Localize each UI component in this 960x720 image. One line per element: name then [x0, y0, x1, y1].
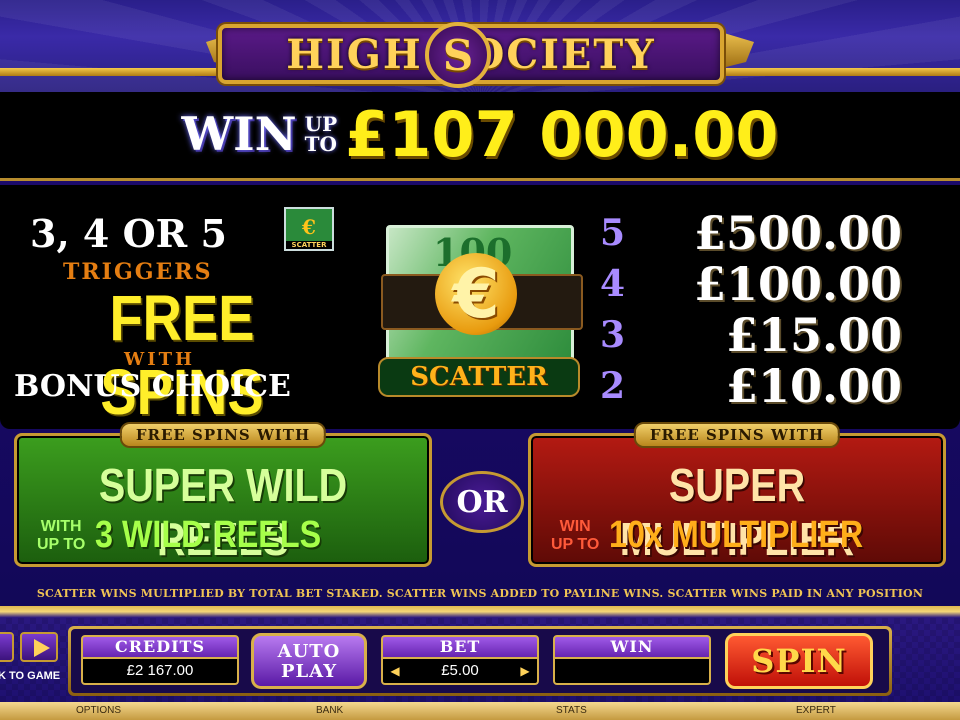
with-label: WITH [124, 349, 196, 370]
super-multiplier-panel: FREE SPINS WITH SUPER MULTIPLIER WIN UP … [528, 422, 946, 567]
paytable-count: 5 [600, 211, 626, 254]
max-win-banner: WIN UP TO £107 000.00 [0, 92, 960, 176]
paytable-value: £15.00 [725, 307, 902, 362]
feature-sub-right: WIN UP TO 10x MULTIPLIER [551, 514, 864, 556]
paytable-value: £10.00 [725, 358, 902, 413]
scatter-info-area: 3, 4 OR 5 € SCATTER TRIGGERS FREE SPINS … [0, 185, 960, 429]
options-menu-item[interactable]: OPTIONS [76, 705, 121, 716]
bet-value: £5.00 [441, 662, 479, 679]
mini-euro-icon: € [302, 215, 316, 239]
max-win-upto: UP TO [304, 112, 338, 156]
max-win-amount: £107 000.00 [345, 97, 779, 171]
or-badge: OR [440, 471, 524, 533]
stats-menu-item[interactable]: STATS [556, 705, 587, 716]
paytable-count: 3 [600, 313, 626, 356]
credits-label: CREDITS [81, 635, 239, 659]
bet-label: BET [381, 635, 539, 659]
paytable-value: £100.00 [693, 256, 902, 311]
paytable-row: 2 £10.00 [598, 358, 938, 413]
win-display: WIN [553, 635, 711, 689]
feature-sub-big-left: 3 WILD REELS [95, 514, 322, 556]
back-to-game-button[interactable]: K TO GAME [0, 632, 62, 690]
prev-arrow-icon[interactable] [0, 632, 14, 662]
expert-menu-item[interactable]: EXPERT [796, 705, 836, 716]
bottom-menu-bar: OPTIONS BANK STATS EXPERT [0, 702, 960, 720]
bank-menu-item[interactable]: BANK [316, 705, 343, 716]
scatter-paytable: 5 £500.00 4 £100.00 3 £15.00 2 £10.00 [598, 205, 938, 413]
back-to-game-label: K TO GAME [0, 670, 61, 682]
credits-value: £2 167.00 [81, 659, 239, 685]
game-dashboard: CREDITS £2 167.00 AUTO PLAY BET ◀ £5.00 … [68, 626, 892, 696]
spin-button[interactable]: SPIN [725, 633, 873, 689]
paytable-count: 2 [600, 364, 626, 407]
feature-sub-big-right: 10x MULTIPLIER [609, 514, 864, 556]
super-wild-reels-panel: FREE SPINS WITH SUPER WILD REELS WITH UP… [14, 422, 432, 567]
bet-display: BET ◀ £5.00 ▶ [381, 635, 539, 689]
trigger-count: 3, 4 OR 5 [30, 211, 227, 256]
paytable-value: £500.00 [693, 205, 902, 260]
feature-tab-left: FREE SPINS WITH [119, 422, 327, 448]
scatter-disclaimer: SCATTER WINS MULTIPLIED BY TOTAL BET STA… [36, 587, 924, 600]
bonus-choice-label: BONUS CHOICE [14, 369, 291, 404]
paytable-row: 4 £100.00 [598, 256, 938, 311]
scatter-symbol-label: SCATTER [378, 357, 580, 397]
paytable-row: 5 £500.00 [598, 205, 938, 260]
paytable-row: 3 £15.00 [598, 307, 938, 362]
credits-display: CREDITS £2 167.00 [81, 635, 239, 689]
feature-tab-right: FREE SPINS WITH [633, 422, 841, 448]
bet-decrease-icon[interactable]: ◀ [385, 659, 405, 683]
euro-coin-icon: € [435, 253, 517, 335]
feature-sub-left: WITH UP TO 3 WILD REELS [37, 514, 322, 556]
autoplay-button[interactable]: AUTO PLAY [251, 633, 367, 689]
bet-increase-icon[interactable]: ▶ [515, 659, 535, 683]
paytable-panel: 3, 4 OR 5 € SCATTER TRIGGERS FREE SPINS … [0, 178, 960, 606]
play-arrow-icon[interactable] [20, 632, 58, 662]
logo-medal-icon: S [425, 22, 491, 88]
max-win-prefix: WIN [181, 107, 297, 161]
paytable-count: 4 [600, 262, 626, 305]
win-value [553, 659, 711, 685]
win-label: WIN [553, 635, 711, 659]
mini-scatter-icon: € SCATTER [284, 207, 334, 251]
